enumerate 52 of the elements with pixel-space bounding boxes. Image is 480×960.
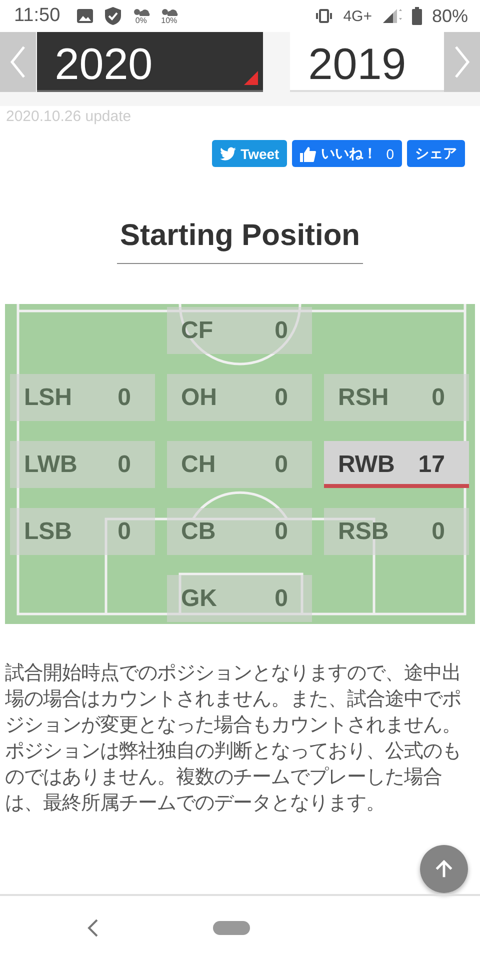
tweet-button[interactable]: Tweet: [212, 140, 288, 167]
scroll-top-button[interactable]: [420, 845, 468, 893]
weather-icon: [132, 7, 150, 17]
vibrate-icon: [315, 9, 334, 23]
position-count: 0: [118, 384, 131, 412]
battery-level: 80%: [432, 6, 468, 26]
year-tab[interactable]: 2020: [36, 32, 264, 92]
position-count: 0: [274, 316, 288, 344]
position-count: 0: [274, 584, 288, 612]
thumbs-up-icon: [300, 146, 316, 162]
shield-icon: [104, 6, 122, 26]
year-tab[interactable]: 2019: [290, 32, 444, 92]
position-label: LSH: [24, 384, 72, 412]
signal-icon: [382, 8, 402, 24]
position-label: RSB: [338, 518, 389, 546]
position-count: 0: [432, 518, 445, 546]
note-paragraph: 試合開始時点でのポジションとなりますので、途中出場の場合はカウントされません。また、試合途中でポジションが変更となった場合もカウントされません。ポジションは弊社独自の判断となっており、公式のものではありません。複数のチームでプレーした場合は、最終所属チームでのデータとなります。: [5, 660, 462, 816]
position-count: 0: [274, 384, 288, 412]
position-count: 17: [418, 450, 445, 478]
previous-button[interactable]: [0, 32, 36, 92]
position-label: LWB: [24, 450, 78, 478]
chevron-left-icon: [10, 45, 26, 79]
bird-icon: [220, 146, 236, 160]
like-button[interactable]: いいね！ 0: [292, 140, 402, 167]
position-label: RSH: [338, 384, 389, 412]
back-icon[interactable]: [86, 918, 100, 938]
image-icon: [76, 8, 94, 24]
up-arrow-icon: [435, 859, 453, 879]
chevron-right-icon: [454, 45, 470, 79]
share-button[interactable]: シェア: [407, 140, 465, 167]
position-label: OH: [181, 384, 217, 412]
section-title: Starting Position: [117, 219, 363, 264]
position-label: LSB: [24, 518, 72, 546]
battery-icon: [412, 7, 422, 25]
position-label: CH: [181, 450, 216, 478]
position-label: RWB: [338, 450, 395, 478]
clock-time: 11:50: [14, 5, 60, 27]
position-label: GK: [181, 584, 217, 612]
position-count: 0: [118, 518, 131, 546]
position-label: CF: [181, 316, 213, 344]
rain-chance: 0%: [135, 17, 147, 25]
home-handle[interactable]: [213, 921, 250, 935]
weather-icon: [160, 7, 178, 17]
position-count: 0: [432, 384, 445, 412]
position-count: 0: [274, 518, 288, 546]
rain-chance: 10%: [161, 17, 178, 25]
position-count: 0: [118, 450, 131, 478]
position-count: 0: [274, 450, 288, 478]
network-type: 4G+: [343, 8, 372, 24]
corner-mark-icon: [244, 71, 258, 85]
position-label: CB: [181, 518, 216, 546]
next-button[interactable]: [444, 32, 480, 92]
